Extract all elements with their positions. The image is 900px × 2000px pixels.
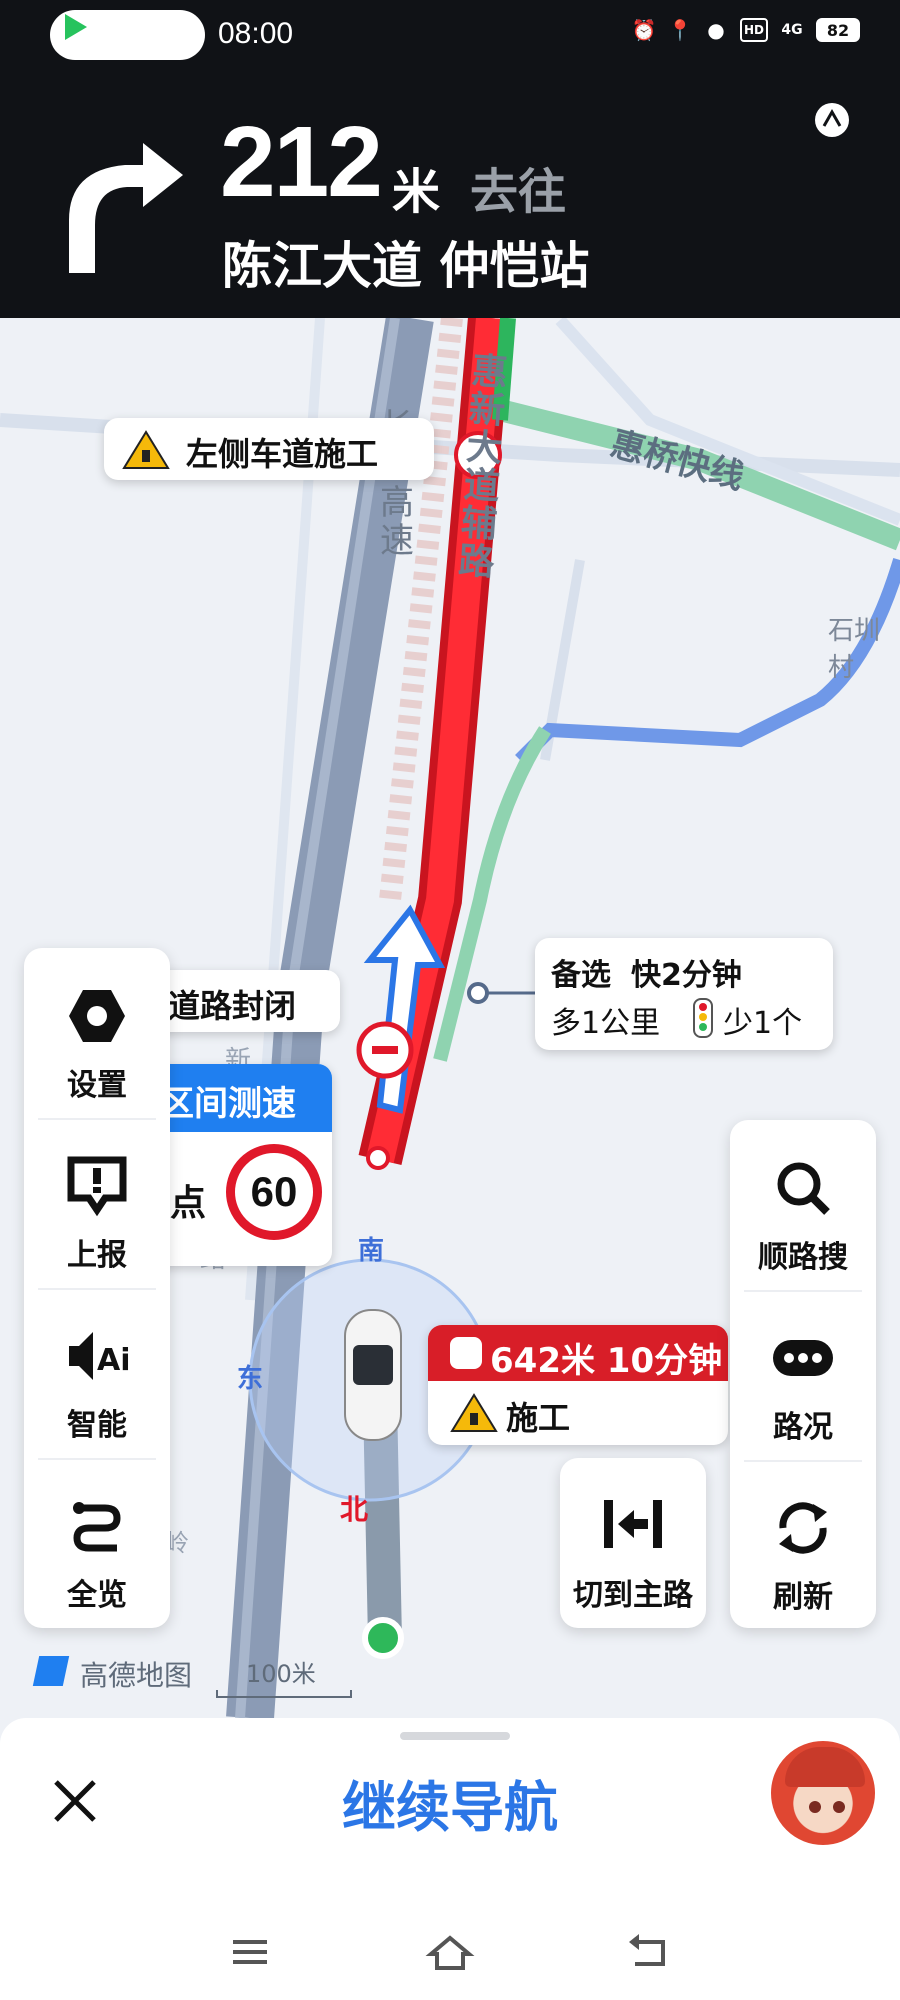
speed-limit-sign: 60	[226, 1144, 322, 1240]
traffic-bubble[interactable]: 642米 10分钟 施工	[428, 1325, 728, 1445]
traffic-icon	[773, 1340, 833, 1376]
alt-more-distance: 多1公里	[551, 1006, 661, 1041]
compass-east: 东	[237, 1364, 264, 1394]
road-closed-text: 道路封闭	[168, 987, 297, 1025]
avatar-hat	[785, 1747, 865, 1787]
distance-value: 212	[220, 106, 383, 218]
alt-fewer-lights: 少1个	[723, 1006, 803, 1041]
left-side-panel: 设置 上报 Ai 智能 全览	[24, 948, 170, 1628]
refresh-label: 刷新	[773, 1580, 833, 1615]
construction-text: 施工	[506, 1399, 571, 1437]
gps-signal-icon[interactable]	[812, 100, 852, 140]
switch-main-road-button[interactable]: 切到主路	[560, 1458, 706, 1628]
refresh-button[interactable]: 刷新	[730, 1460, 876, 1630]
alt-faster: 快2分钟	[631, 958, 742, 993]
navigation-header: 08:00 ⏰ 📍 ● HD 4G 82 212 米 去往 陈江大道 仲恺站	[0, 0, 900, 318]
refresh-icon	[779, 1502, 827, 1554]
alternative-route-bubble[interactable]: 备选 快2分钟 多1公里 少1个	[535, 938, 833, 1050]
route-search-button[interactable]: 顺路搜	[730, 1120, 876, 1290]
overview-label: 全览	[67, 1578, 127, 1613]
goto-label: 去往	[470, 164, 567, 220]
distance-unit: 米	[392, 164, 441, 220]
home-icon[interactable]	[425, 1932, 475, 1972]
continue-navigation-button[interactable]: 继续导航	[0, 1763, 900, 1842]
search-icon	[777, 1162, 830, 1215]
settings-label: 设置	[67, 1068, 127, 1103]
settings-button[interactable]: 设置	[24, 948, 170, 1118]
compass-north: 北	[340, 1493, 369, 1526]
switch-road-icon	[604, 1500, 662, 1548]
route-search-label: 顺路搜	[758, 1240, 848, 1275]
construction-warning-icon	[122, 430, 170, 469]
switch-main-road-label: 切到主路	[573, 1578, 693, 1613]
overview-button[interactable]: 全览	[24, 1458, 170, 1628]
traffic-header: 642米 10分钟	[428, 1325, 728, 1381]
hd-icon: HD	[740, 18, 768, 42]
construction-icon	[450, 1393, 498, 1432]
right-side-panel: 顺路搜 路况 刷新	[730, 1120, 876, 1628]
location-icon: 📍	[667, 18, 693, 42]
play-icon[interactable]	[65, 14, 87, 40]
status-bar: 08:00 ⏰ 📍 ● HD 4G 82	[0, 0, 900, 70]
map-view[interactable]: 惠新大道辅路 长深高速 惠桥快线 石圳村 新 路 岭 南 东 西 北 左侧车道施…	[0, 318, 900, 1718]
turn-right-arrow-icon	[69, 143, 183, 273]
traffic-light-icon	[693, 998, 713, 1038]
report-icon	[67, 1156, 127, 1217]
amap-logo-icon	[32, 1656, 70, 1686]
signal-icon: 4G	[781, 22, 803, 38]
lane-construction-bubble[interactable]: 左侧车道施工	[104, 418, 434, 480]
system-nav-bar	[0, 1918, 900, 2000]
traffic-button[interactable]: 路况	[730, 1290, 876, 1460]
alarm-icon: ⏰	[631, 18, 657, 42]
lane-construction-text: 左侧车道施工	[186, 435, 379, 473]
scale-bar	[216, 1690, 352, 1698]
overview-icon	[73, 1502, 121, 1552]
next-road-name: 陈江大道 仲恺站	[222, 237, 590, 295]
mic-icon: ●	[707, 18, 725, 42]
scale-label: 100米	[246, 1660, 316, 1688]
traffic-text: 642米 10分钟	[490, 1341, 723, 1381]
report-label: 上报	[67, 1238, 127, 1273]
avatar-eye-left	[809, 1801, 821, 1813]
traffic-label: 路况	[773, 1410, 833, 1445]
bottom-sheet: 继续导航	[0, 1718, 900, 2000]
brand-label: 高德地图	[80, 1659, 193, 1692]
ai-icon: Ai	[69, 1332, 129, 1380]
svg-text:Ai: Ai	[97, 1343, 129, 1378]
menu-icon[interactable]	[225, 1932, 275, 1972]
clock: 08:00	[218, 17, 294, 50]
avatar-eye-right	[833, 1801, 845, 1813]
road-closed-bubble[interactable]: 道路封闭	[150, 970, 340, 1032]
back-icon[interactable]	[625, 1932, 675, 1972]
sheet-handle[interactable]	[400, 1732, 510, 1740]
avatar[interactable]	[768, 1738, 878, 1848]
alt-title: 备选	[551, 958, 611, 993]
status-icons: ⏰ 📍 ● HD 4G 82	[632, 18, 860, 42]
battery-icon: 82	[816, 18, 860, 42]
smart-label: 智能	[67, 1408, 127, 1443]
village-label: 石圳村	[828, 616, 881, 683]
report-button[interactable]: 上报	[24, 1118, 170, 1288]
smart-button[interactable]: Ai 智能	[24, 1288, 170, 1458]
settings-icon	[69, 990, 125, 1042]
speed-point-label: 点	[170, 1183, 207, 1224]
compass-south: 南	[358, 1236, 385, 1266]
chat-icon	[450, 1337, 482, 1369]
